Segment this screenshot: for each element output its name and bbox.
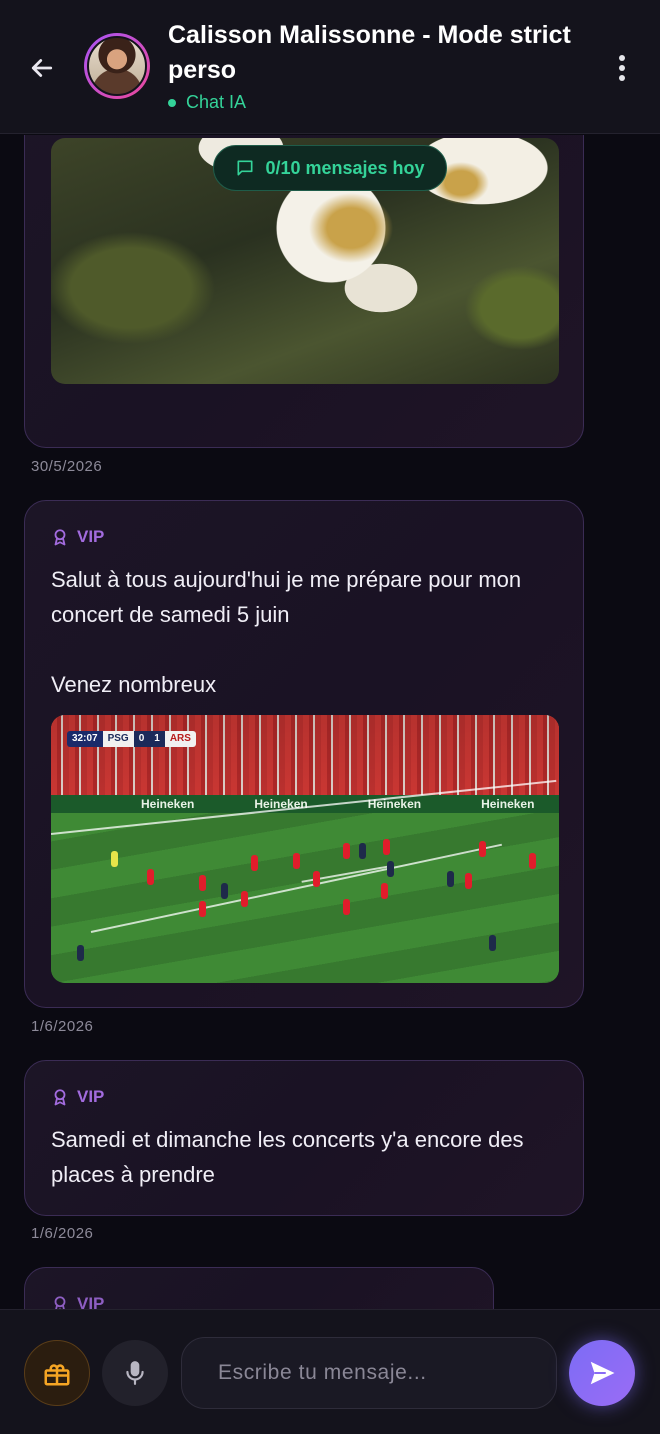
arrow-left-icon	[31, 59, 53, 77]
more-vertical-icon	[619, 55, 625, 61]
message-date: 1/6/2026	[31, 1225, 94, 1242]
status-label: Chat IA	[186, 92, 247, 112]
award-icon	[54, 1089, 66, 1106]
pitch	[51, 779, 559, 983]
message-text: Salut à tous aujourd'hui je me prépare p…	[51, 567, 522, 697]
status-indicator: Chat IA	[168, 92, 246, 113]
message-counter-label: 0/10 mensajes hoy	[265, 157, 425, 178]
send-button[interactable]	[569, 1340, 635, 1406]
message-input[interactable]	[218, 1361, 556, 1385]
message-image[interactable]: Heineken Heineken Heineken Heineken 32:0…	[51, 715, 559, 983]
online-dot-icon	[168, 98, 176, 107]
gift-button[interactable]	[24, 1340, 90, 1406]
message-bubble: VIP Salut à tous aujourd'hui je me prépa…	[24, 500, 584, 1008]
chat-bubble-icon	[237, 160, 253, 176]
message-bubble: VIP	[24, 1267, 494, 1309]
vip-badge: VIP	[51, 527, 104, 547]
chat-title: Calisson Malissonne - Mode strict perso	[168, 21, 571, 84]
gift-icon	[44, 1364, 70, 1386]
more-options-button[interactable]	[606, 50, 638, 86]
message-list[interactable]: 0/10 mensajes hoy 30/5/2026 VIP Salut à …	[0, 135, 660, 1309]
message-bubble: VIP Samedi et dimanche les concerts y'a …	[24, 1060, 584, 1216]
back-button[interactable]	[22, 48, 62, 88]
ad-board: Heineken Heineken Heineken Heineken	[51, 795, 559, 813]
message-text: Samedi et dimanche les concerts y'a enco…	[51, 1127, 524, 1187]
microphone-button[interactable]	[102, 1340, 168, 1406]
award-icon	[54, 529, 66, 546]
vip-badge: VIP	[51, 1294, 104, 1309]
scoreboard: 32:07 PSG 0 1 ARS	[67, 731, 196, 747]
message-counter-badge: 0/10 mensajes hoy	[213, 145, 447, 191]
vip-badge: VIP	[51, 1087, 104, 1107]
send-icon	[590, 1361, 615, 1385]
chat-header: Calisson Malissonne - Mode strict perso …	[0, 0, 660, 134]
message-composer	[0, 1309, 660, 1434]
avatar[interactable]	[84, 33, 150, 99]
message-date: 30/5/2026	[31, 458, 103, 475]
message-input-container[interactable]	[181, 1337, 557, 1409]
award-icon	[54, 1296, 66, 1309]
avatar-image	[87, 36, 147, 96]
message-date: 1/6/2026	[31, 1018, 94, 1035]
microphone-icon	[126, 1361, 144, 1385]
